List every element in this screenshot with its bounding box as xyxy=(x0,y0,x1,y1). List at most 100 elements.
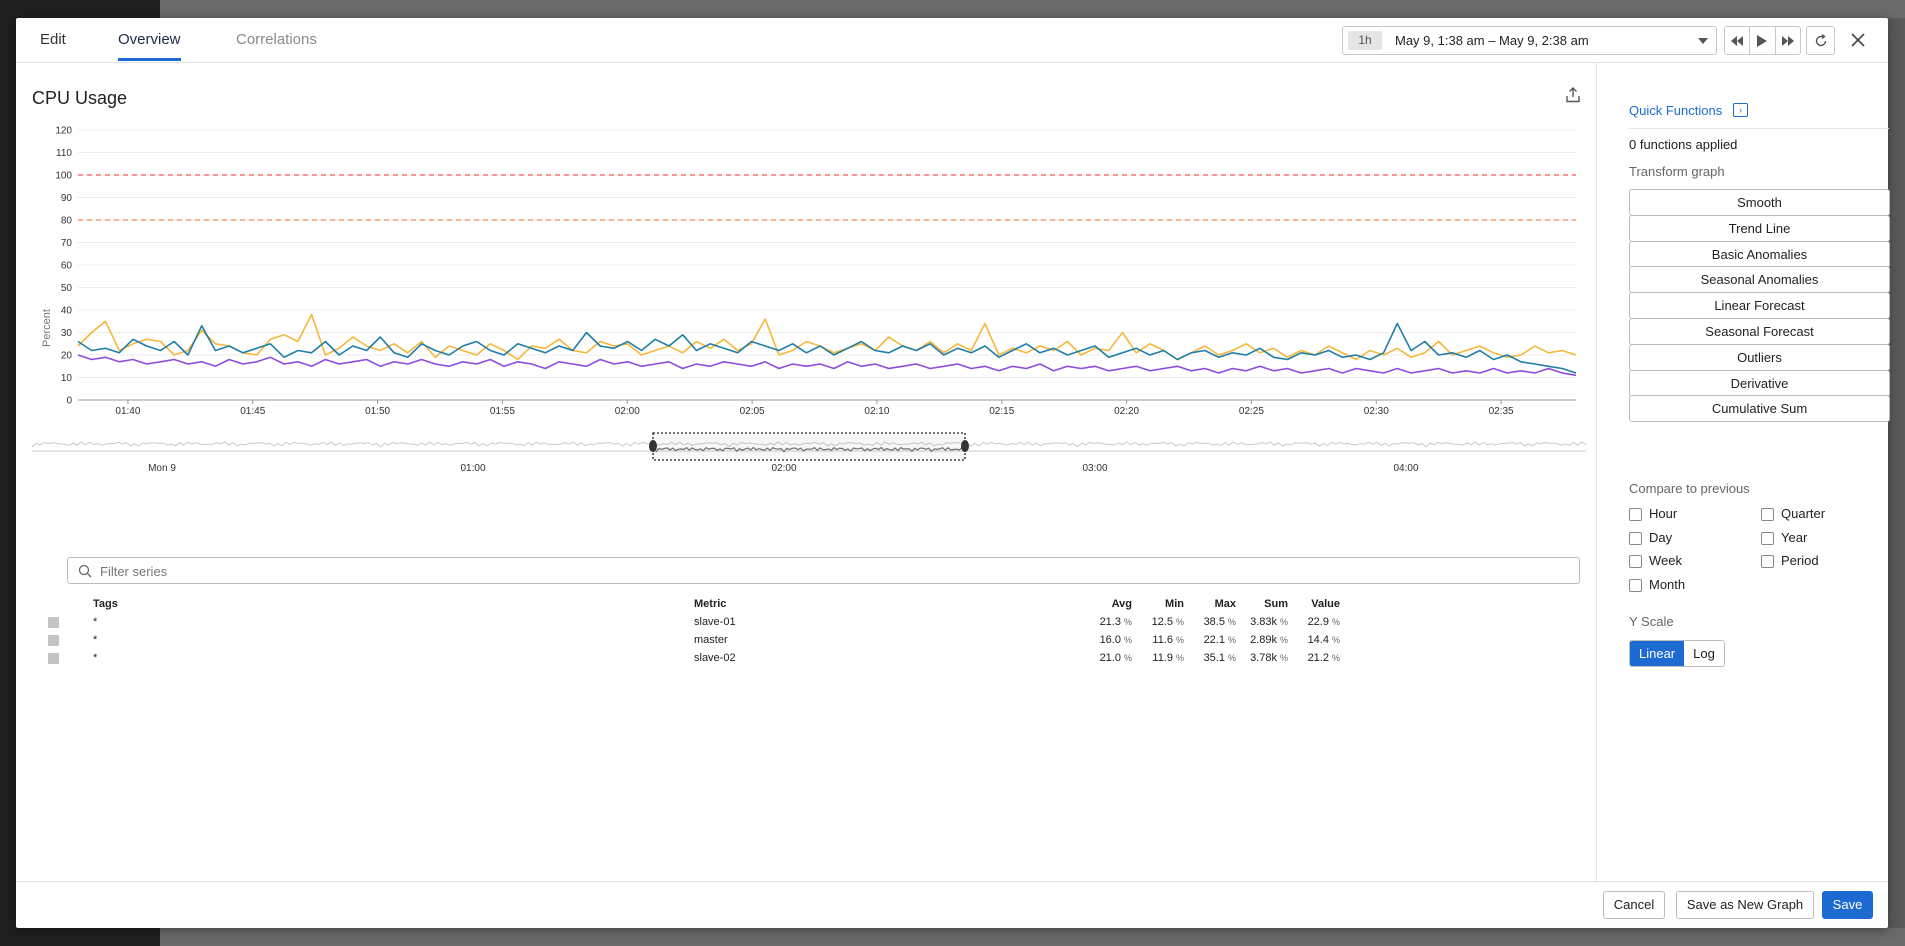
time-navigator[interactable]: Mon 9 01:00 02:00 03:00 04:00 xyxy=(31,432,1586,474)
y-scale-toggle: Linear Log xyxy=(1629,640,1725,667)
col-metric: Metric xyxy=(694,598,727,610)
function-button-trend-line[interactable]: Trend Line xyxy=(1629,214,1890,242)
navigator-tick-label: 02:00 xyxy=(771,463,796,474)
series-line-master[interactable] xyxy=(77,354,1577,377)
y-tick-label: 40 xyxy=(61,306,73,317)
checkbox-icon[interactable] xyxy=(1629,555,1642,568)
tab-overview[interactable]: Overview xyxy=(118,31,181,61)
checkbox-icon[interactable] xyxy=(1761,531,1774,545)
function-button-outliers[interactable]: Outliers xyxy=(1629,343,1890,371)
function-button-linear-forecast[interactable]: Linear Forecast xyxy=(1629,292,1890,320)
navigator-selection[interactable] xyxy=(652,432,966,461)
y-tick-label: 70 xyxy=(61,238,73,249)
navigator-tick-label: 01:00 xyxy=(460,463,485,474)
min-value: 11.6 xyxy=(1152,634,1173,646)
expand-panel-icon[interactable]: › xyxy=(1733,103,1748,117)
series-toggle-checkbox[interactable] xyxy=(48,617,59,628)
series-line-slave-01[interactable] xyxy=(77,313,1577,361)
y-tick-label: 30 xyxy=(61,328,73,339)
table-row[interactable]: * slave-02 21.0% 11.9% 35.1% 3.78k% 21.2% xyxy=(46,650,1592,670)
x-tick-label: 01:55 xyxy=(490,406,515,417)
chart-series[interactable] xyxy=(77,313,1577,377)
cpu-usage-chart[interactable]: 0 10 20 30 40 50 60 70 80 90 100 110 120 Percent 01:… xyxy=(26,108,1586,568)
col-avg: Avg xyxy=(1111,598,1132,610)
function-button-cumulative-sum[interactable]: Cumulative Sum xyxy=(1629,395,1890,423)
sum-value: 3.83k xyxy=(1250,616,1277,628)
navigator-tick-label: 04:00 xyxy=(1393,463,1418,474)
unit-label: % xyxy=(1175,653,1184,663)
unit-label: % xyxy=(1331,653,1340,663)
compare-label: Period xyxy=(1781,553,1819,568)
x-tick-label: 02:15 xyxy=(989,406,1014,417)
series-toggle-checkbox[interactable] xyxy=(48,653,59,664)
compare-label: Year xyxy=(1781,529,1808,545)
chevron-down-icon xyxy=(1698,38,1708,44)
save-button[interactable]: Save xyxy=(1822,891,1873,919)
compare-previous-label: Compare to previous xyxy=(1629,481,1750,496)
unit-label: % xyxy=(1331,617,1340,627)
avg-value: 21.0 xyxy=(1099,652,1121,664)
min-cell: 11.9% xyxy=(1136,652,1184,664)
divider xyxy=(1629,128,1889,129)
filter-series-field[interactable] xyxy=(67,557,1580,584)
navigator-left-handle[interactable] xyxy=(649,440,657,452)
min-cell: 11.6% xyxy=(1136,634,1184,646)
value-cell: 21.2% xyxy=(1290,652,1340,664)
tab-correlations[interactable]: Correlations xyxy=(236,31,317,48)
cancel-button[interactable]: Cancel xyxy=(1603,891,1665,919)
sum-value: 2.89k xyxy=(1250,634,1277,646)
unit-label: % xyxy=(1123,617,1132,627)
filter-series-input[interactable] xyxy=(100,562,1550,580)
export-button[interactable] xyxy=(1564,86,1584,106)
unit-label: % xyxy=(1331,635,1340,645)
close-button[interactable] xyxy=(1846,28,1870,52)
y-scale-linear-button[interactable]: Linear xyxy=(1630,641,1685,666)
function-button-seasonal-anomalies[interactable]: Seasonal Anomalies xyxy=(1629,266,1890,294)
fast-forward-button[interactable] xyxy=(1776,27,1800,54)
function-button-seasonal-forecast[interactable]: Seasonal Forecast xyxy=(1629,318,1890,345)
checkbox-icon[interactable] xyxy=(1629,508,1642,521)
x-tick-label: 01:40 xyxy=(115,406,140,417)
play-button[interactable] xyxy=(1750,27,1776,54)
function-button-smooth[interactable]: Smooth xyxy=(1629,189,1890,216)
rewind-button[interactable] xyxy=(1725,27,1751,54)
col-min: Min xyxy=(1165,598,1184,610)
save-as-new-graph-button[interactable]: Save as New Graph xyxy=(1676,891,1814,919)
col-tags: Tags xyxy=(93,598,118,610)
max-cell: 35.1% xyxy=(1186,652,1236,664)
y-axis-label: Percent xyxy=(41,309,53,347)
checkbox-icon[interactable] xyxy=(1629,578,1642,592)
min-cell: 12.5% xyxy=(1136,616,1184,628)
tags-cell: * xyxy=(93,652,98,664)
time-range-selector[interactable]: 1h May 9, 1:38 am – May 9, 2:38 am xyxy=(1342,26,1717,55)
tab-edit[interactable]: Edit xyxy=(40,31,66,48)
navigator-right-handle[interactable] xyxy=(961,440,969,452)
function-button-derivative[interactable]: Derivative xyxy=(1629,369,1890,397)
checkbox-icon[interactable] xyxy=(1629,531,1642,545)
compare-label: Week xyxy=(1649,553,1682,568)
x-tick-label: 02:35 xyxy=(1489,406,1514,417)
reset-time-button[interactable] xyxy=(1806,26,1835,55)
y-scale-log-button[interactable]: Log xyxy=(1684,641,1724,666)
sum-cell: 3.83k% xyxy=(1238,616,1288,628)
graph-editor-modal: Edit Overview Correlations 1h May 9, 1:3… xyxy=(16,18,1890,928)
metric-cell: master xyxy=(694,634,728,646)
avg-cell: 21.3% xyxy=(1076,616,1132,628)
avg-value: 16.0 xyxy=(1099,634,1121,646)
value-value: 21.2 xyxy=(1307,652,1329,664)
tags-cell: * xyxy=(93,634,98,646)
unit-label: % xyxy=(1175,635,1184,645)
table-row[interactable]: * slave-01 21.3% 12.5% 38.5% 3.83k% 22.9% xyxy=(46,614,1592,634)
quick-functions-link[interactable]: Quick Functions xyxy=(1629,103,1722,118)
col-value: Value xyxy=(1311,598,1340,610)
x-tick-label: 01:50 xyxy=(365,406,390,417)
value-cell: 14.4% xyxy=(1290,634,1340,646)
table-row[interactable]: * master 16.0% 11.6% 22.1% 2.89k% 14.4% xyxy=(46,632,1592,652)
series-toggle-checkbox[interactable] xyxy=(48,635,59,646)
avg-value: 21.3 xyxy=(1099,616,1121,628)
close-icon xyxy=(1851,33,1865,47)
y-tick-label: 10 xyxy=(61,373,73,384)
checkbox-icon[interactable] xyxy=(1761,555,1774,568)
checkbox-icon[interactable] xyxy=(1761,508,1774,521)
function-button-basic-anomalies[interactable]: Basic Anomalies xyxy=(1629,240,1890,268)
